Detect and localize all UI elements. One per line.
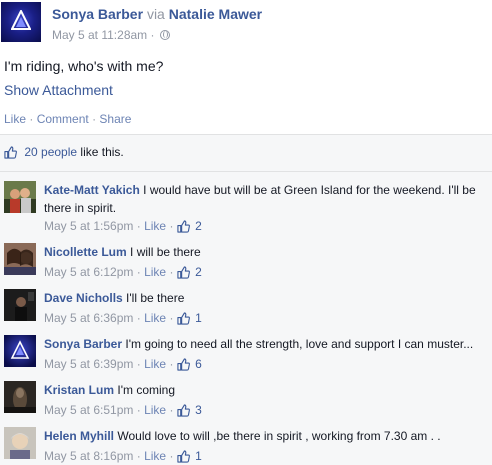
comment-author-link[interactable]: Kate-Matt Yakich bbox=[44, 183, 140, 197]
comment-like-button[interactable]: Like bbox=[144, 265, 166, 279]
post-actions: Like · Comment · Share bbox=[4, 112, 131, 126]
comment-body: Sonya Barber I'm going to need all the s… bbox=[44, 335, 490, 353]
action-separator: · bbox=[29, 112, 34, 126]
comment-text: Would love to will ,be there in spirit ,… bbox=[117, 429, 441, 443]
comment-meta: May 5 at 6:36pm · Like · 1 bbox=[44, 311, 202, 325]
divider bbox=[0, 171, 492, 172]
comment-timestamp[interactable]: May 5 at 1:56pm bbox=[44, 219, 133, 233]
facebook-post: Sonya Barber via Natalie Mawer May 5 at … bbox=[0, 0, 492, 465]
comment-timestamp[interactable]: May 5 at 8:16pm bbox=[44, 449, 133, 463]
meta-separator: · bbox=[150, 28, 155, 42]
comment-meta: May 5 at 1:56pm · Like · 2 bbox=[44, 219, 202, 233]
comment-like-count[interactable]: 1 bbox=[195, 449, 202, 463]
comment-timestamp[interactable]: May 5 at 6:51pm bbox=[44, 403, 133, 417]
comment-avatar[interactable] bbox=[4, 181, 36, 213]
post-author-link[interactable]: Sonya Barber bbox=[52, 6, 143, 22]
header-names: Sonya Barber via Natalie Mawer bbox=[52, 6, 262, 22]
comment-text: I'll be there bbox=[126, 291, 185, 305]
portrait-photo-icon bbox=[4, 427, 36, 459]
comment-meta: May 5 at 8:16pm · Like · 1 bbox=[44, 449, 202, 463]
comment-text: I'm going to need all the strength, love… bbox=[125, 337, 474, 351]
comment-body: Dave Nicholls I'll be there bbox=[44, 289, 490, 307]
meta-separator: · bbox=[169, 449, 174, 463]
thumbs-up-icon bbox=[177, 312, 190, 325]
comment-meta: May 5 at 6:51pm · Like · 3 bbox=[44, 403, 202, 417]
thumbs-up-icon bbox=[177, 450, 190, 463]
likes-summary: 20 people like this. bbox=[4, 145, 124, 165]
comment-timestamp[interactable]: May 5 at 6:39pm bbox=[44, 357, 133, 371]
comment-meta: May 5 at 6:39pm · Like · 6 bbox=[44, 357, 202, 371]
thumbs-up-icon bbox=[4, 146, 17, 159]
post-header: Sonya Barber via Natalie Mawer May 5 at … bbox=[0, 0, 492, 48]
post-timestamp[interactable]: May 5 at 11:28am bbox=[52, 28, 147, 42]
comment-body: Helen Myhill Would love to will ,be ther… bbox=[44, 427, 490, 445]
dark-photo-icon bbox=[4, 289, 36, 321]
meta-separator: · bbox=[136, 265, 141, 279]
comment-avatar[interactable] bbox=[4, 335, 36, 367]
comment-body: Nicollette Lum I will be there bbox=[44, 243, 490, 261]
post-meta: May 5 at 11:28am · bbox=[52, 28, 170, 42]
comment-like-count[interactable]: 2 bbox=[195, 219, 202, 233]
meta-separator: · bbox=[169, 311, 174, 325]
comment-author-link[interactable]: Helen Myhill bbox=[44, 429, 114, 443]
comment-like-count[interactable]: 6 bbox=[195, 357, 202, 371]
show-attachment-link[interactable]: Show Attachment bbox=[4, 82, 113, 98]
via-label: via bbox=[146, 6, 165, 22]
blue-logo-icon bbox=[4, 335, 36, 367]
comment-like-button[interactable]: Like bbox=[144, 219, 166, 233]
comment-avatar[interactable] bbox=[4, 289, 36, 321]
meta-separator: · bbox=[136, 449, 141, 463]
comment-button[interactable]: Comment bbox=[37, 112, 89, 126]
dark-figure-photo-icon bbox=[4, 381, 36, 413]
via-name-link[interactable]: Natalie Mawer bbox=[169, 6, 262, 22]
comment-author-link[interactable]: Dave Nicholls bbox=[44, 291, 123, 305]
comment-meta: May 5 at 6:12pm · Like · 2 bbox=[44, 265, 202, 279]
comment-timestamp[interactable]: May 5 at 6:12pm bbox=[44, 265, 133, 279]
comment-author-link[interactable]: Nicollette Lum bbox=[44, 245, 127, 259]
comment-text: I'm coming bbox=[117, 383, 175, 397]
comment-author-link[interactable]: Sonya Barber bbox=[44, 337, 122, 351]
meta-separator: · bbox=[169, 265, 174, 279]
globe-icon[interactable] bbox=[159, 30, 170, 40]
comment-like-count[interactable]: 1 bbox=[195, 311, 202, 325]
selfie-photo-icon bbox=[4, 243, 36, 275]
like-button[interactable]: Like bbox=[4, 112, 26, 126]
author-avatar[interactable] bbox=[1, 2, 41, 42]
comment-body: Kristan Lum I'm coming bbox=[44, 381, 490, 399]
thumbs-up-icon bbox=[177, 358, 190, 371]
meta-separator: · bbox=[169, 403, 174, 417]
comment-like-count[interactable]: 3 bbox=[195, 403, 202, 417]
comment-timestamp[interactable]: May 5 at 6:36pm bbox=[44, 311, 133, 325]
comment-like-button[interactable]: Like bbox=[144, 311, 166, 325]
comment-avatar[interactable] bbox=[4, 427, 36, 459]
logo-icon bbox=[11, 10, 31, 30]
meta-separator: · bbox=[136, 403, 141, 417]
meta-separator: · bbox=[169, 219, 174, 233]
likes-suffix: like this. bbox=[80, 145, 124, 159]
meta-separator: · bbox=[169, 357, 174, 371]
comment-like-button[interactable]: Like bbox=[144, 403, 166, 417]
comment-avatar[interactable] bbox=[4, 381, 36, 413]
thumbs-up-icon bbox=[177, 404, 190, 417]
meta-separator: · bbox=[136, 357, 141, 371]
share-button[interactable]: Share bbox=[99, 112, 131, 126]
comment-like-button[interactable]: Like bbox=[144, 357, 166, 371]
post-text: I'm riding, who's with me? bbox=[4, 58, 164, 74]
comment-text: I will be there bbox=[130, 245, 201, 259]
comment-body: Kate-Matt Yakich I would have but will b… bbox=[44, 181, 490, 217]
likes-count-link[interactable]: 20 people bbox=[24, 145, 77, 159]
thumbs-up-icon bbox=[177, 220, 190, 233]
thumbs-up-icon bbox=[177, 266, 190, 279]
feedback-section: 20 people like this. Kate-Matt Yakich I … bbox=[0, 134, 492, 465]
comment-author-link[interactable]: Kristan Lum bbox=[44, 383, 114, 397]
comment-like-count[interactable]: 2 bbox=[195, 265, 202, 279]
comment-avatar[interactable] bbox=[4, 243, 36, 275]
couple-photo-icon bbox=[4, 181, 36, 213]
meta-separator: · bbox=[136, 311, 141, 325]
action-separator: · bbox=[92, 112, 97, 126]
comment-like-button[interactable]: Like bbox=[144, 449, 166, 463]
meta-separator: · bbox=[136, 219, 141, 233]
